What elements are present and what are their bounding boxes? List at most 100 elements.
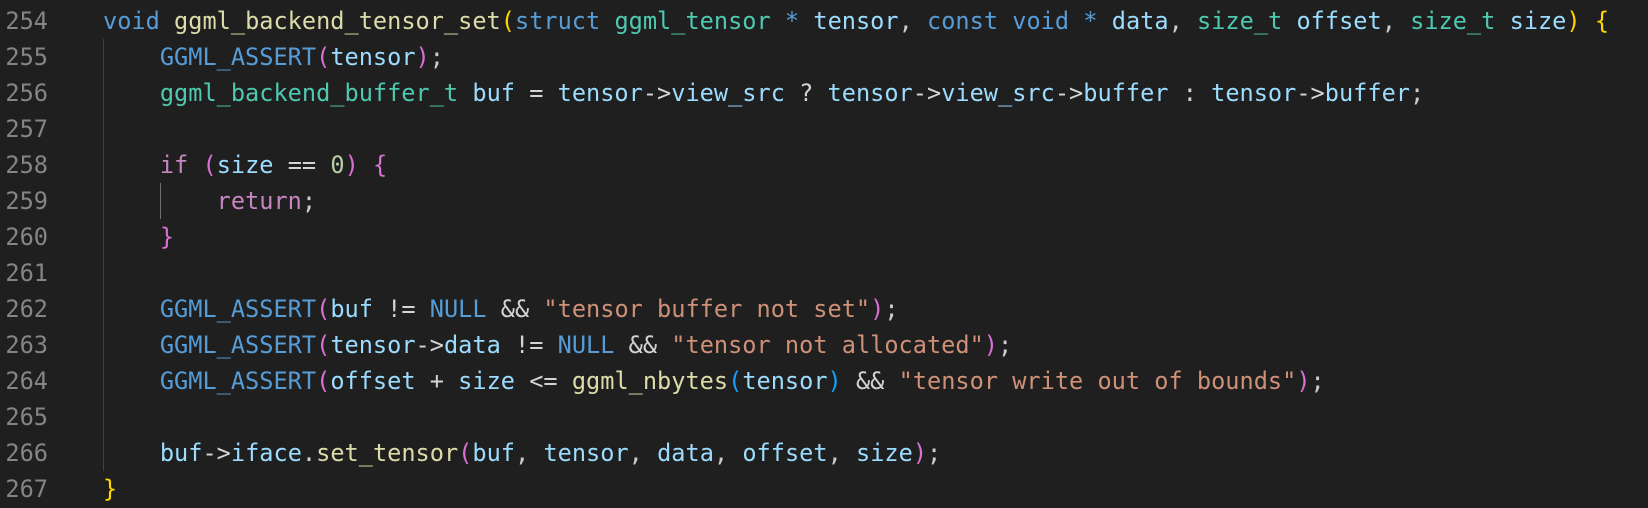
code-token: "tensor write out of bounds" xyxy=(898,367,1297,395)
code-token: tensor xyxy=(742,367,828,395)
line-content[interactable]: buf->iface.set_tensor(buf, tensor, data,… xyxy=(103,435,941,471)
code-token: data xyxy=(657,439,714,467)
line-number[interactable]: 260 xyxy=(4,219,48,255)
code-line[interactable]: 262 GGML_ASSERT(buf != NULL && "tensor b… xyxy=(0,291,1648,327)
line-content[interactable]: return; xyxy=(103,183,316,219)
code-line[interactable]: 258 if (size == 0) { xyxy=(0,147,1648,183)
line-content[interactable]: GGML_ASSERT(tensor); xyxy=(103,39,444,75)
code-token: , xyxy=(628,439,658,467)
code-editor[interactable]: 254 void ggml_backend_tensor_set(struct g… xyxy=(0,3,1648,508)
line-number[interactable]: 259 xyxy=(4,183,48,219)
code-token: return xyxy=(216,187,302,215)
code-token: struct xyxy=(514,7,601,35)
code-token: tensor xyxy=(557,79,643,107)
code-token: tensor xyxy=(813,7,899,35)
code-line[interactable]: 259 return; xyxy=(0,183,1648,219)
code-token: GGML_ASSERT xyxy=(159,43,317,71)
line-number[interactable]: 261 xyxy=(4,255,48,291)
code-token: size_t xyxy=(1197,7,1283,35)
line-number[interactable]: 263 xyxy=(4,327,48,363)
code-token: ( xyxy=(202,151,217,179)
code-token: } xyxy=(103,475,118,503)
code-token: ( xyxy=(728,367,743,395)
code-token: size xyxy=(458,367,515,395)
line-content[interactable]: } xyxy=(103,471,117,507)
code-token: data xyxy=(443,331,501,359)
code-token: ; xyxy=(998,331,1013,359)
code-line[interactable]: 255 GGML_ASSERT(tensor); xyxy=(0,39,1648,75)
code-line[interactable]: 254 void ggml_backend_tensor_set(struct g… xyxy=(0,3,1648,39)
line-content[interactable]: void ggml_backend_tensor_set(struct ggml… xyxy=(103,3,1609,39)
line-number[interactable]: 266 xyxy=(4,435,48,471)
line-number[interactable]: 257 xyxy=(4,111,48,147)
line-number[interactable]: 256 xyxy=(4,75,48,111)
code-token: } xyxy=(159,223,175,251)
code-token: ggml_nbytes xyxy=(571,367,729,395)
code-token: ) xyxy=(827,367,842,395)
code-line[interactable]: 256 ggml_backend_buffer_t buf = tensor->… xyxy=(0,75,1648,111)
code-token: ; xyxy=(301,187,317,215)
line-content[interactable]: GGML_ASSERT(buf != NULL && "tensor buffe… xyxy=(103,291,899,327)
code-token: ? xyxy=(784,79,828,107)
line-number[interactable]: 265 xyxy=(4,399,48,435)
code-token: NULL xyxy=(557,331,615,359)
code-token: -> xyxy=(415,331,444,359)
code-token: { xyxy=(373,151,388,179)
code-token: data xyxy=(1111,7,1169,35)
code-token: size xyxy=(216,151,274,179)
code-token: GGML_ASSERT xyxy=(159,295,317,323)
line-content[interactable]: ggml_backend_buffer_t buf = tensor->view… xyxy=(103,75,1424,111)
line-content[interactable]: GGML_ASSERT(tensor->data != NULL && "ten… xyxy=(103,327,1012,363)
code-token: && xyxy=(486,295,544,323)
code-line[interactable]: 265 xyxy=(0,399,1648,435)
code-token: iface xyxy=(230,439,302,467)
code-line[interactable]: 264 GGML_ASSERT(offset + size <= ggml_nb… xyxy=(0,363,1648,399)
line-content[interactable]: GGML_ASSERT(offset + size <= ggml_nbytes… xyxy=(103,363,1325,399)
code-token: offset xyxy=(742,439,828,467)
code-token: tensor xyxy=(330,43,416,71)
line-number[interactable]: 258 xyxy=(4,147,48,183)
code-token: NULL xyxy=(429,295,487,323)
line-number[interactable]: 262 xyxy=(4,291,48,327)
line-number[interactable]: 254 xyxy=(4,3,48,39)
line-number[interactable]: 264 xyxy=(4,363,48,399)
code-line[interactable]: 257 xyxy=(0,111,1648,147)
code-line[interactable]: 266 buf->iface.set_tensor(buf, tensor, d… xyxy=(0,435,1648,471)
code-line[interactable]: 263 GGML_ASSERT(tensor->data != NULL && … xyxy=(0,327,1648,363)
code-token: -> xyxy=(1054,79,1084,107)
line-number[interactable]: 255 xyxy=(4,39,48,75)
code-token: && xyxy=(841,367,899,395)
line-content[interactable]: if (size == 0) { xyxy=(103,147,387,183)
code-token: -> xyxy=(642,79,672,107)
indent-guide-if-body xyxy=(160,183,161,219)
code-token: void xyxy=(1012,7,1070,35)
code-token: buf xyxy=(330,295,373,323)
code-token: ( xyxy=(316,367,331,395)
line-content[interactable]: } xyxy=(103,219,174,255)
code-line[interactable]: 261 xyxy=(0,255,1648,291)
code-token: ) xyxy=(983,331,999,359)
code-token: ( xyxy=(458,439,473,467)
line-number[interactable]: 267 xyxy=(4,471,48,507)
code-line[interactable]: 260 } xyxy=(0,219,1648,255)
code-token: ggml_tensor xyxy=(614,7,771,35)
code-lines[interactable]: 254 void ggml_backend_tensor_set(struct g… xyxy=(0,3,1648,507)
code-token: != xyxy=(500,331,558,359)
code-token: GGML_ASSERT xyxy=(159,367,317,395)
code-token: size xyxy=(856,439,913,467)
code-token: if xyxy=(159,151,189,179)
code-line[interactable]: 267} xyxy=(0,471,1648,507)
code-token: ; xyxy=(884,295,899,323)
code-token: ; xyxy=(1410,79,1425,107)
code-token: GGML_ASSERT xyxy=(159,331,317,359)
